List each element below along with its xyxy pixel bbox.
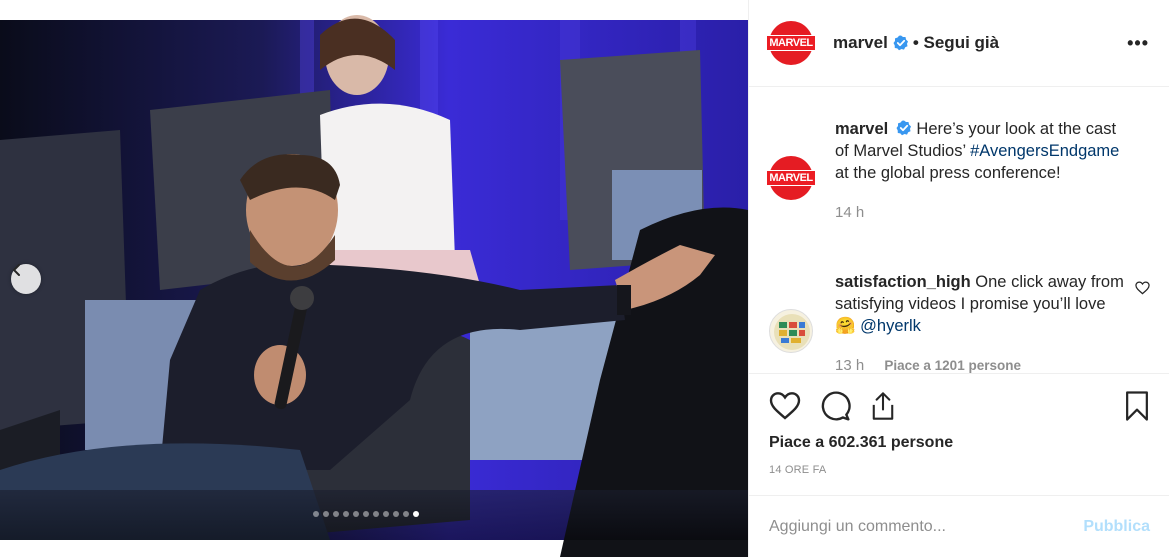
comment-username[interactable]: satisfaction_high — [835, 273, 971, 291]
comment-likes[interactable]: Piace a 1201 persone — [884, 358, 1021, 373]
carousel-dot — [403, 511, 409, 517]
caption-body: marvel Here’s your look at the cast of M… — [835, 118, 1125, 224]
comments-list: MARVEL marvel Here’s your look at the ca… — [749, 88, 1169, 374]
caption-time[interactable]: 14 h — [835, 204, 864, 221]
caption-text-end: at the global press conference! — [835, 164, 1061, 182]
comment-input[interactable] — [769, 517, 1084, 536]
carousel-dot — [383, 511, 389, 517]
bookmark-icon — [1126, 391, 1148, 421]
comment-item: satisfaction_high One click away from sa… — [769, 271, 1149, 377]
post-header: MARVEL marvel • Segui già ••• — [749, 0, 1169, 87]
post-likes-count[interactable]: Piace a 602.361 persone — [769, 434, 1150, 452]
comment-button[interactable] — [819, 390, 851, 422]
more-options-icon[interactable]: ••• — [1127, 33, 1149, 54]
caption-item: MARVEL marvel Here’s your look at the ca… — [766, 118, 1149, 224]
author-avatar[interactable]: MARVEL — [766, 21, 816, 65]
like-button[interactable] — [769, 391, 801, 421]
action-icons — [769, 390, 1150, 422]
carousel-dot — [313, 511, 319, 517]
commenter-avatar[interactable] — [769, 309, 813, 353]
comment-time[interactable]: 13 h — [835, 357, 864, 374]
carousel-prev-button[interactable] — [11, 264, 41, 294]
share-button[interactable] — [869, 391, 897, 421]
verified-badge-icon — [893, 35, 908, 51]
carousel-dot — [353, 511, 359, 517]
carousel-dot — [373, 511, 379, 517]
author-username[interactable]: marvel — [833, 33, 888, 53]
carousel-dot — [363, 511, 369, 517]
carousel-dot — [413, 511, 419, 517]
caption-meta: 14 h — [835, 202, 1125, 224]
photo-illustration — [0, 0, 748, 557]
author-avatar-small: MARVEL — [766, 156, 816, 200]
follow-status-button[interactable]: • Segui già — [913, 33, 999, 53]
post-timestamp[interactable]: 14 ORE FA — [769, 464, 1150, 476]
verified-badge-icon — [896, 120, 911, 136]
carousel-dot — [323, 511, 329, 517]
caption-hashtag[interactable]: #AvengersEndgame — [970, 142, 1119, 160]
publish-button[interactable]: Pubblica — [1083, 518, 1150, 536]
marvel-logo: MARVEL — [766, 35, 816, 51]
carousel-dot — [333, 511, 339, 517]
follow-status-label: Segui già — [923, 33, 1000, 52]
post-side-panel: MARVEL marvel • Segui già ••• MARVEL mar… — [748, 0, 1169, 557]
save-button[interactable] — [1124, 390, 1150, 422]
heart-outline-icon — [1135, 281, 1150, 295]
caption-username[interactable]: marvel — [835, 120, 888, 138]
carousel-dot — [393, 511, 399, 517]
share-icon — [872, 392, 894, 420]
add-comment-bar: Pubblica — [749, 495, 1169, 557]
hugging-emoji: 🤗 — [835, 317, 856, 335]
carousel-indicator — [313, 511, 419, 517]
caption-avatar[interactable]: MARVEL — [766, 156, 816, 200]
commenter-avatar-image — [774, 314, 810, 350]
comment-like-button[interactable] — [1135, 281, 1150, 300]
carousel-dot — [343, 511, 349, 517]
marvel-logo-small: MARVEL — [766, 170, 816, 186]
comment-icon — [821, 391, 851, 421]
chevron-left-icon — [13, 264, 20, 276]
post-photo[interactable] — [0, 0, 748, 557]
heart-icon — [769, 392, 801, 420]
comment-mention[interactable]: @hyerlk — [860, 317, 921, 335]
post-actions: Piace a 602.361 persone 14 ORE FA — [749, 373, 1169, 476]
comment-body: satisfaction_high One click away from sa… — [835, 271, 1125, 377]
